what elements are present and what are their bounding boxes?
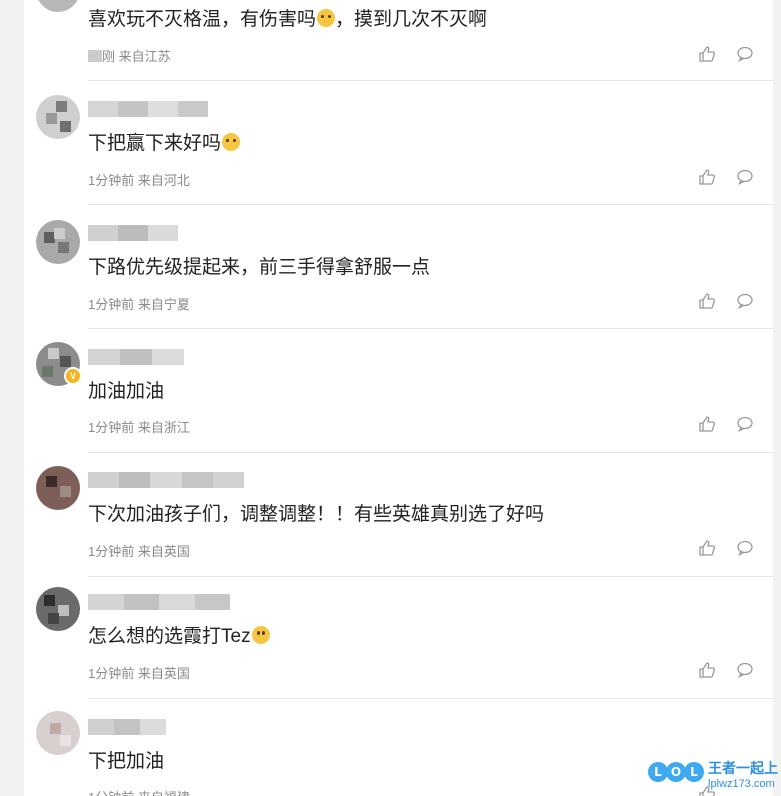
comment-bubble-icon <box>737 416 753 432</box>
like-button[interactable] <box>696 659 718 681</box>
comment-item: 怎么想的选霞打Tez 1分钟前 来自英国 <box>24 577 773 699</box>
comment-bubble-icon <box>737 540 753 556</box>
reply-button[interactable] <box>734 413 756 435</box>
avatar[interactable] <box>36 95 80 139</box>
like-button[interactable] <box>696 537 718 559</box>
verified-badge-icon: V <box>64 367 82 385</box>
comment-meta: 1分钟前 来自英国 <box>88 666 190 681</box>
like-button[interactable] <box>696 290 718 312</box>
comment-text: 下把加油 <box>88 751 165 772</box>
comment-item: 下把赢下来好吗 1分钟前 来自河北 <box>24 81 773 205</box>
username-blurred[interactable] <box>88 594 230 610</box>
reply-button[interactable] <box>734 537 756 559</box>
like-button[interactable] <box>696 413 718 435</box>
avatar[interactable] <box>36 587 80 631</box>
crying-emoji-icon <box>222 133 241 151</box>
thumbs-up-icon <box>699 293 716 309</box>
lol-logo-icon: LOL <box>648 762 704 782</box>
comment-meta: 1分钟前 来自浙江 <box>88 420 190 435</box>
comment-meta: 1分钟前 来自福建 <box>88 787 190 796</box>
avatar[interactable] <box>36 466 80 510</box>
username-blurred[interactable] <box>88 472 245 488</box>
comment-meta: 1分钟前 来自英国 <box>88 544 190 559</box>
crying-emoji-icon <box>317 9 336 27</box>
like-button[interactable] <box>696 43 718 65</box>
username-blurred[interactable] <box>88 349 184 365</box>
comment-text: 下路优先级提起来，前三手得拿舒服一点 <box>88 257 431 278</box>
watermark-title: 王者一起上 <box>708 760 778 776</box>
reply-button[interactable] <box>734 43 756 65</box>
comment-list: 喜欢玩不灭格温，有伤害吗 ，摸到几次不灭啊 刚 来自江苏 下把赢下来好吗 1分钟前… <box>24 0 773 796</box>
smile-emoji-icon <box>251 626 270 644</box>
thumbs-up-icon <box>699 46 716 62</box>
username-blurred[interactable] <box>88 719 166 735</box>
thumbs-up-icon <box>699 540 716 556</box>
username-blurred <box>88 50 102 62</box>
reply-button[interactable] <box>734 659 756 681</box>
reply-button[interactable] <box>734 166 756 188</box>
comment-bubble-icon <box>737 46 753 62</box>
username-blurred[interactable] <box>88 0 208 6</box>
comment-bubble-icon <box>737 293 753 309</box>
avatar[interactable] <box>36 220 80 264</box>
like-button[interactable] <box>696 166 718 188</box>
comment-item: 下路优先级提起来，前三手得拿舒服一点 1分钟前 来自宁夏 <box>24 205 773 329</box>
comment-text: 下把赢下来好吗 <box>88 131 241 157</box>
comment-item: 下次加油孩子们，调整调整！！有些英雄真别选了好吗 1分钟前 来自英国 <box>24 453 773 577</box>
comment-meta: 1分钟前 来自河北 <box>88 173 190 188</box>
comment-meta: 刚 来自江苏 <box>88 46 171 65</box>
avatar[interactable] <box>36 0 80 12</box>
comment-item: 喜欢玩不灭格温，有伤害吗 ，摸到几次不灭啊 刚 来自江苏 <box>24 0 773 81</box>
site-watermark: LOL 王者一起上 lplwz173.com <box>648 752 778 796</box>
username-blurred[interactable] <box>88 101 208 117</box>
reply-button[interactable] <box>734 290 756 312</box>
thumbs-up-icon <box>699 662 716 678</box>
avatar[interactable] <box>36 711 80 755</box>
thumbs-up-icon <box>699 416 716 432</box>
comment-text: 下次加油孩子们，调整调整！！有些英雄真别选了好吗 <box>88 504 545 525</box>
comment-text: 怎么想的选霞打Tez <box>88 624 270 650</box>
comment-bubble-icon <box>737 662 753 678</box>
comment-bubble-icon <box>737 169 753 185</box>
thumbs-up-icon <box>699 169 716 185</box>
comment-item: V 加油加油 1分钟前 来自浙江 <box>24 329 773 453</box>
comment-meta: 1分钟前 来自宁夏 <box>88 297 190 312</box>
watermark-url: lplwz173.com <box>708 778 775 790</box>
comment-text: 加油加油 <box>88 381 165 402</box>
username-blurred[interactable] <box>88 225 178 241</box>
comment-text: 喜欢玩不灭格温，有伤害吗 ，摸到几次不灭啊 <box>88 9 488 30</box>
